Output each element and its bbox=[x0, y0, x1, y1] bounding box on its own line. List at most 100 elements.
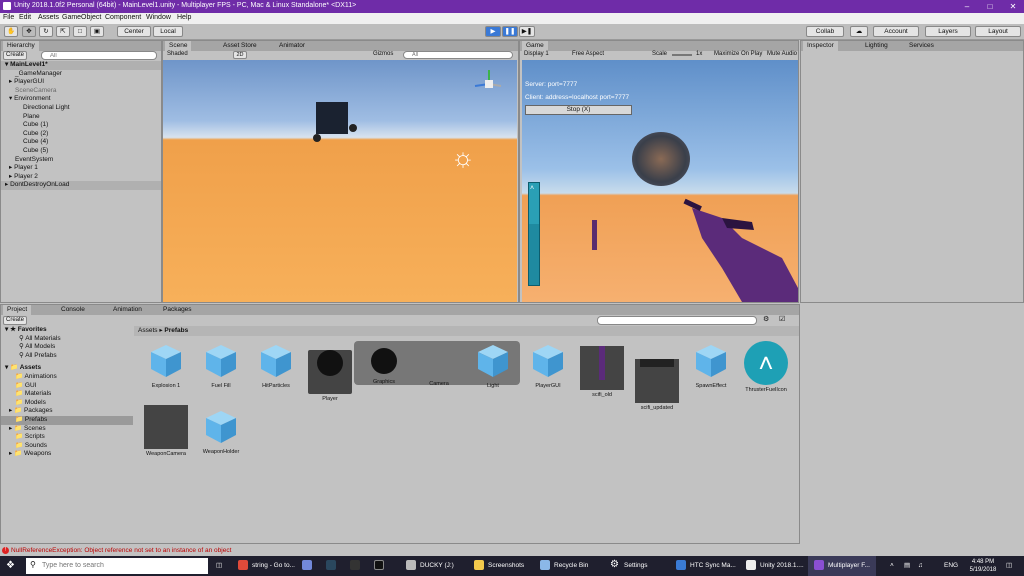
layers-dropdown[interactable]: Layers bbox=[925, 26, 971, 37]
gizmos-dropdown[interactable]: Gizmos bbox=[373, 50, 393, 59]
tab-hierarchy[interactable]: Hierarchy bbox=[3, 41, 39, 51]
epic-games-icon[interactable] bbox=[374, 556, 388, 576]
tab-animation[interactable]: Animation bbox=[109, 305, 146, 315]
step-icon[interactable]: ▶❚ bbox=[519, 26, 535, 37]
network-icon[interactable]: ▤ bbox=[904, 556, 910, 576]
prefab-item[interactable]: Light bbox=[465, 343, 521, 389]
tray-chevron-icon[interactable]: ˄ bbox=[890, 556, 894, 576]
move-tool-icon[interactable]: ✥ bbox=[22, 26, 36, 37]
tree-item[interactable]: 📁 Sounds bbox=[1, 442, 133, 451]
discord-icon[interactable] bbox=[302, 556, 316, 576]
task-view-icon[interactable]: ◫ bbox=[216, 556, 222, 576]
tree-item[interactable]: ▸ 📁 Weapons bbox=[1, 450, 133, 459]
prefab-item[interactable]: Graphics bbox=[356, 343, 412, 385]
tree-item[interactable]: ▸ 📁 Scenes bbox=[1, 425, 133, 434]
rotate-tool-icon[interactable]: ↻ bbox=[39, 26, 53, 37]
stop-button[interactable]: Stop (X) bbox=[525, 105, 632, 115]
prefab-item[interactable]: ˄ ThrusterFuelIcon bbox=[738, 341, 794, 393]
menu-gameobject[interactable]: GameObject bbox=[62, 14, 101, 21]
hierarchy-item[interactable]: ▸ Player 1 bbox=[1, 164, 161, 173]
tab-services[interactable]: Services bbox=[905, 41, 938, 51]
windows-start-icon[interactable]: ❖ bbox=[6, 556, 15, 576]
prefab-item[interactable]: Player bbox=[302, 343, 358, 402]
prefab-item[interactable]: scifi_old bbox=[574, 343, 630, 398]
prefab-item[interactable]: Camera bbox=[411, 343, 467, 387]
hierarchy-item[interactable]: Cube (1) bbox=[1, 121, 161, 130]
taskbar-app-unity[interactable]: Unity 2018.1.... bbox=[746, 556, 804, 576]
shading-mode-dropdown[interactable]: Shaded bbox=[167, 50, 188, 59]
minimize-icon[interactable]: – bbox=[956, 0, 978, 13]
breadcrumb-assets[interactable]: Assets bbox=[138, 327, 158, 334]
menu-edit[interactable]: Edit bbox=[19, 14, 31, 21]
close-icon[interactable]: ✕ bbox=[1002, 0, 1024, 13]
tab-inspector[interactable]: Inspector bbox=[803, 41, 838, 51]
hierarchy-item[interactable]: SceneCamera bbox=[1, 87, 161, 96]
hierarchy-create-button[interactable]: Create bbox=[3, 51, 27, 60]
prefab-item[interactable]: SpawnEffect bbox=[683, 343, 739, 389]
hierarchy-item[interactable]: ▸ Player 2 bbox=[1, 173, 161, 182]
taskbar-app-screenshots[interactable]: Screenshots bbox=[474, 556, 524, 576]
hierarchy-item[interactable]: EventSystem bbox=[1, 156, 161, 165]
tree-item[interactable]: 📁 Scripts bbox=[1, 433, 133, 442]
aspect-dropdown[interactable]: Free Aspect bbox=[572, 50, 604, 59]
hierarchy-scene-item[interactable]: ▸ DontDestroyOnLoad bbox=[1, 181, 161, 190]
hierarchy-item[interactable]: ▾ Environment bbox=[1, 95, 161, 104]
hand-tool-icon[interactable]: ✋ bbox=[4, 26, 18, 37]
tree-item[interactable]: 📁 Materials bbox=[1, 390, 133, 399]
tree-item-favorites[interactable]: ▾ ★ Favorites bbox=[1, 326, 133, 335]
taskbar-app-recycle-bin[interactable]: Recycle Bin bbox=[540, 556, 588, 576]
notifications-icon[interactable]: ◫ bbox=[1006, 556, 1012, 576]
volume-icon[interactable]: ♫ bbox=[918, 556, 923, 576]
rect-tool-icon[interactable]: □ bbox=[73, 26, 87, 37]
menu-help[interactable]: Help bbox=[177, 14, 191, 21]
menu-window[interactable]: Window bbox=[146, 14, 171, 21]
game-viewport[interactable]: Server: port=7777 Client: address=localh… bbox=[522, 60, 798, 302]
prefab-item[interactable]: Explosion 1 bbox=[138, 343, 194, 389]
filter-icon[interactable]: ⚙ bbox=[763, 315, 769, 323]
hierarchy-scene-item[interactable]: ▾ MainLevel1* bbox=[1, 61, 161, 70]
prefab-item[interactable]: WeaponHolder bbox=[193, 409, 249, 455]
cloud-icon[interactable]: ☁ bbox=[850, 26, 868, 37]
hierarchy-item[interactable]: Cube (4) bbox=[1, 138, 161, 147]
tree-item[interactable]: 📁 Models bbox=[1, 399, 133, 408]
scene-viewport[interactable]: ☼ bbox=[163, 60, 517, 302]
hierarchy-item[interactable]: Cube (2) bbox=[1, 130, 161, 139]
prefab-item[interactable]: WeaponCamera bbox=[138, 405, 194, 457]
hierarchy-item[interactable]: Plane bbox=[1, 113, 161, 122]
maximize-icon[interactable]: □ bbox=[979, 0, 1001, 13]
prefab-item[interactable]: PlayerGUI bbox=[520, 343, 576, 389]
error-message[interactable]: NullReferenceException: Object reference… bbox=[11, 547, 231, 554]
project-search-input[interactable] bbox=[597, 316, 757, 325]
pivot-center-button[interactable]: Center bbox=[117, 26, 151, 37]
pause-icon[interactable]: ❚❚ bbox=[502, 26, 518, 37]
taskbar-app-htc[interactable]: HTC Sync Ma... bbox=[676, 556, 736, 576]
mute-audio-toggle[interactable]: Mute Audio bbox=[767, 50, 797, 59]
taskbar-app-chrome[interactable]: string - Go to... bbox=[238, 556, 295, 576]
2d-toggle[interactable]: 2D bbox=[233, 51, 247, 59]
steam-icon[interactable] bbox=[326, 556, 340, 576]
tree-item[interactable]: ▸ 📁 Packages bbox=[1, 407, 133, 416]
tab-asset-store[interactable]: Asset Store bbox=[219, 41, 261, 51]
hierarchy-item[interactable]: ▸ PlayerGUI bbox=[1, 78, 161, 87]
taskbar-search-input[interactable] bbox=[42, 559, 202, 572]
breadcrumb-prefabs[interactable]: Prefabs bbox=[164, 327, 188, 334]
taskbar-search-box[interactable]: ⚲ bbox=[26, 558, 208, 574]
prefab-item[interactable]: Fuel Fill bbox=[193, 343, 249, 389]
scale-tool-icon[interactable]: ⇱ bbox=[56, 26, 70, 37]
display-dropdown[interactable]: Display 1 bbox=[524, 50, 549, 59]
tab-project[interactable]: Project bbox=[3, 305, 32, 315]
tab-lighting[interactable]: Lighting bbox=[861, 41, 892, 51]
prefab-item[interactable]: HitParticles bbox=[248, 343, 304, 389]
hierarchy-item[interactable]: Directional Light bbox=[1, 104, 161, 113]
account-dropdown[interactable]: Account bbox=[873, 26, 919, 37]
language-indicator[interactable]: ENG bbox=[944, 556, 958, 576]
scene-search-input[interactable] bbox=[403, 51, 513, 59]
taskbar-app-drive[interactable]: DUCKY (J:) bbox=[406, 556, 454, 576]
transform-tool-icon[interactable]: ▣ bbox=[90, 26, 104, 37]
tree-item-assets[interactable]: ▾ 📁 Assets bbox=[1, 364, 133, 373]
layout-dropdown[interactable]: Layout bbox=[975, 26, 1021, 37]
tree-item[interactable]: ⚲ All Models bbox=[1, 343, 133, 352]
scene-orientation-gizmo[interactable] bbox=[469, 68, 509, 98]
prefab-item[interactable]: scifi_updated bbox=[629, 343, 685, 411]
hierarchy-search-input[interactable] bbox=[41, 51, 157, 60]
